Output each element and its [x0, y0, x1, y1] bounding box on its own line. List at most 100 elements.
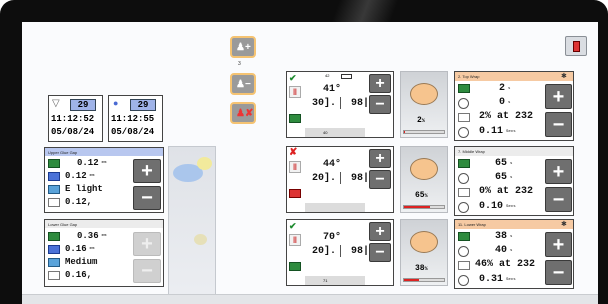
- station-mode-icon: [289, 189, 301, 198]
- station-increase-button[interactable]: +: [369, 149, 391, 168]
- gauge-progress: [403, 205, 445, 209]
- roller-gauge: 38%: [400, 219, 448, 286]
- gauge-progress: [403, 130, 445, 134]
- lower-glue-weight: Medium: [65, 257, 98, 267]
- roller-disc: [410, 83, 438, 105]
- station-decrease-button[interactable]: −: [369, 95, 391, 114]
- roller-disc: [410, 158, 438, 180]
- gauge-value: 65%: [415, 191, 428, 200]
- wrap-increase-button[interactable]: +: [545, 232, 572, 257]
- station-temperature: 41°: [323, 83, 342, 95]
- gap-icon: [458, 159, 470, 168]
- roller-gauge: 2%: [400, 71, 448, 138]
- upper-glue-tolerance: 0.12 mm: [65, 171, 95, 181]
- wrap-decrease-button[interactable]: −: [545, 187, 572, 212]
- gap-icon: [48, 232, 60, 241]
- machine-roller-lower: [194, 234, 207, 245]
- add-operator-button[interactable]: ♟+: [230, 36, 256, 58]
- wrap-flag-icon: ✱: [561, 221, 567, 228]
- wrap-ratio: 46% at 232: [475, 259, 536, 270]
- lower-glue-increase-button[interactable]: +: [133, 232, 161, 256]
- temperature-icon: Ⅱ: [289, 86, 301, 98]
- wrap-ratio: 2% at 232: [479, 111, 534, 122]
- temperature-icon: Ⅱ: [289, 161, 301, 173]
- wrap-panel: 7. Middle Wrap 65 s 65 s 0% at 232 0.10 Sec…: [454, 146, 574, 216]
- station-panel: ✘ Ⅱ 44° 20]. 98|' + −: [286, 146, 394, 213]
- wrap-value-2: 40 s: [495, 245, 513, 256]
- gauge-progress-fill: [404, 131, 405, 133]
- station-top-number: 42: [325, 73, 330, 78]
- wrap-title: 2. Top Wrap: [455, 72, 573, 81]
- glue-counter-panel: ● 29 11:12:55 05/08/24: [108, 95, 163, 142]
- wrap-panel: 11. Lower Wrap ✱ 38 s 40 s 46% at 232 0.31…: [454, 219, 574, 289]
- gauge-progress-fill: [404, 279, 420, 281]
- station-increase-button[interactable]: +: [369, 74, 391, 93]
- lower-glue-title: Lower Glue Gap: [45, 220, 163, 228]
- upper-glue-gap: 0.12 mm: [77, 158, 107, 168]
- wrap-title: 7. Middle Wrap: [455, 147, 573, 156]
- station-mode-icon: [289, 114, 301, 123]
- lower-glue-panel: Lower Glue Gap 0.36 mm 0.16 mm Medium 0.16…: [44, 219, 164, 287]
- circle-icon: [458, 173, 469, 184]
- filter-date: 05/08/24: [51, 127, 95, 137]
- gap-icon: [458, 84, 470, 93]
- wrap-value-1: 65 s: [495, 158, 513, 169]
- tolerance-icon: [48, 245, 60, 254]
- wrap-value-1: 2s: [499, 83, 511, 94]
- roller-disc: [410, 231, 438, 253]
- upper-glue-panel: Upper Glue Gap 0.12 mm 0.12 mm E light 0.1…: [44, 147, 164, 213]
- station-mode-icon: [289, 262, 301, 271]
- status-ok-icon: ✔: [289, 73, 297, 83]
- settings-button[interactable]: [565, 36, 587, 56]
- operator-add-icon: ♟+: [236, 42, 251, 53]
- wrap-time: 0.31 Secs: [479, 274, 516, 285]
- gauge-value: 2%: [417, 116, 425, 125]
- hmi-screen: ♟+ 3 ♟− ♟✘ ▽ 29 11:12:52 05/08/24 ● 29 1…: [22, 22, 598, 304]
- station-bottom-bar: [305, 203, 365, 212]
- station-temperature: 44°: [323, 158, 342, 170]
- glue-drop-icon: ●: [113, 98, 119, 108]
- wrap-flag-icon: ✱: [561, 73, 567, 80]
- glue-counter: 29: [130, 99, 156, 111]
- remove-operator-button[interactable]: ♟−: [230, 73, 256, 95]
- station-setpoint: 30].: [312, 97, 342, 109]
- timer-icon: [458, 202, 469, 213]
- battery-icon: [341, 74, 352, 79]
- chart-icon: [48, 198, 60, 207]
- bezel-reflection: [320, 0, 410, 22]
- status-error-icon: ✘: [289, 147, 298, 158]
- panel-icon: [573, 41, 580, 52]
- lower-glue-decrease-button[interactable]: −: [133, 259, 161, 283]
- upper-glue-title: Upper Glue Gap: [45, 148, 163, 156]
- station-decrease-button[interactable]: −: [369, 243, 391, 262]
- operator-cancel-icon: ♟✘: [236, 108, 254, 119]
- lower-glue-gap: 0.36 mm: [77, 231, 107, 241]
- cancel-operator-button[interactable]: ♟✘: [230, 102, 256, 124]
- wrap-panel: 2. Top Wrap ✱ 2s 0s 2% at 232 0.11 Secs +…: [454, 71, 574, 141]
- tolerance-icon: [48, 172, 60, 181]
- wrap-value-2: 65 s: [495, 172, 513, 183]
- operator-remove-icon: ♟−: [236, 79, 251, 90]
- station-increase-button[interactable]: +: [369, 222, 391, 241]
- ratio-icon: [458, 188, 470, 197]
- gauge-value: 38%: [415, 264, 428, 273]
- gap-icon: [458, 232, 470, 241]
- station-panel: ✔ Ⅱ 70° 20]. 98|' 71 + −: [286, 219, 394, 286]
- wrap-title: 11. Lower Wrap: [455, 220, 573, 229]
- wrap-time: 0.11 Secs: [479, 126, 516, 137]
- upper-glue-decrease-button[interactable]: −: [133, 186, 161, 210]
- wrap-decrease-button[interactable]: −: [545, 112, 572, 137]
- upper-glue-weight: E light: [65, 184, 103, 194]
- station-decrease-button[interactable]: −: [369, 170, 391, 189]
- lower-glue-tolerance: 0.16 mm: [65, 244, 95, 254]
- upper-glue-increase-button[interactable]: +: [133, 159, 161, 183]
- timer-icon: [458, 127, 469, 138]
- chart-icon: [48, 271, 60, 280]
- wrap-increase-button[interactable]: +: [545, 84, 572, 109]
- filter-time: 11:12:52: [51, 114, 95, 124]
- gauge-progress-fill: [404, 206, 430, 208]
- wrap-increase-button[interactable]: +: [545, 159, 572, 184]
- station-setpoint: 20].: [312, 245, 342, 257]
- gap-icon: [48, 159, 60, 168]
- wrap-decrease-button[interactable]: −: [545, 260, 572, 285]
